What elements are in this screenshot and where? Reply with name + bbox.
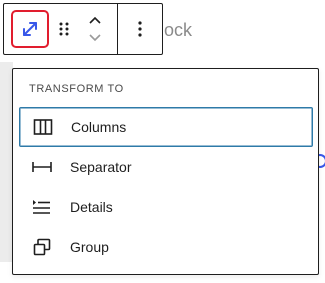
more-vertical-icon (138, 21, 142, 37)
drag-handle-icon (59, 22, 69, 36)
columns-icon (31, 115, 55, 139)
transform-option-columns[interactable]: Columns (19, 107, 313, 147)
transform-option-label: Columns (71, 119, 127, 135)
transform-option-label: Group (70, 239, 109, 255)
transform-option-separator[interactable]: Separator (19, 147, 313, 187)
block-movers (73, 7, 117, 51)
transform-option-label: Details (70, 199, 113, 215)
transform-option-label: Separator (70, 159, 132, 175)
more-options-button[interactable] (118, 4, 162, 54)
transform-button[interactable] (11, 10, 49, 48)
move-up-button[interactable] (80, 11, 110, 29)
details-icon (30, 195, 54, 219)
chevron-up-icon (89, 16, 101, 24)
block-toolbar (3, 3, 163, 55)
arrows-expand-icon (23, 22, 37, 36)
drag-handle-button[interactable] (55, 10, 73, 48)
transform-option-details[interactable]: Details (19, 187, 313, 227)
transform-dropdown: TRANSFORM TO Columns Separator Details G… (12, 68, 319, 275)
separator-icon (30, 155, 54, 179)
group-icon (30, 235, 54, 259)
move-down-button[interactable] (80, 29, 110, 47)
dropdown-heading: TRANSFORM TO (29, 83, 124, 95)
transform-option-group[interactable]: Group (19, 227, 313, 267)
toolbar-group-main (4, 4, 117, 54)
chevron-down-icon (89, 34, 101, 42)
